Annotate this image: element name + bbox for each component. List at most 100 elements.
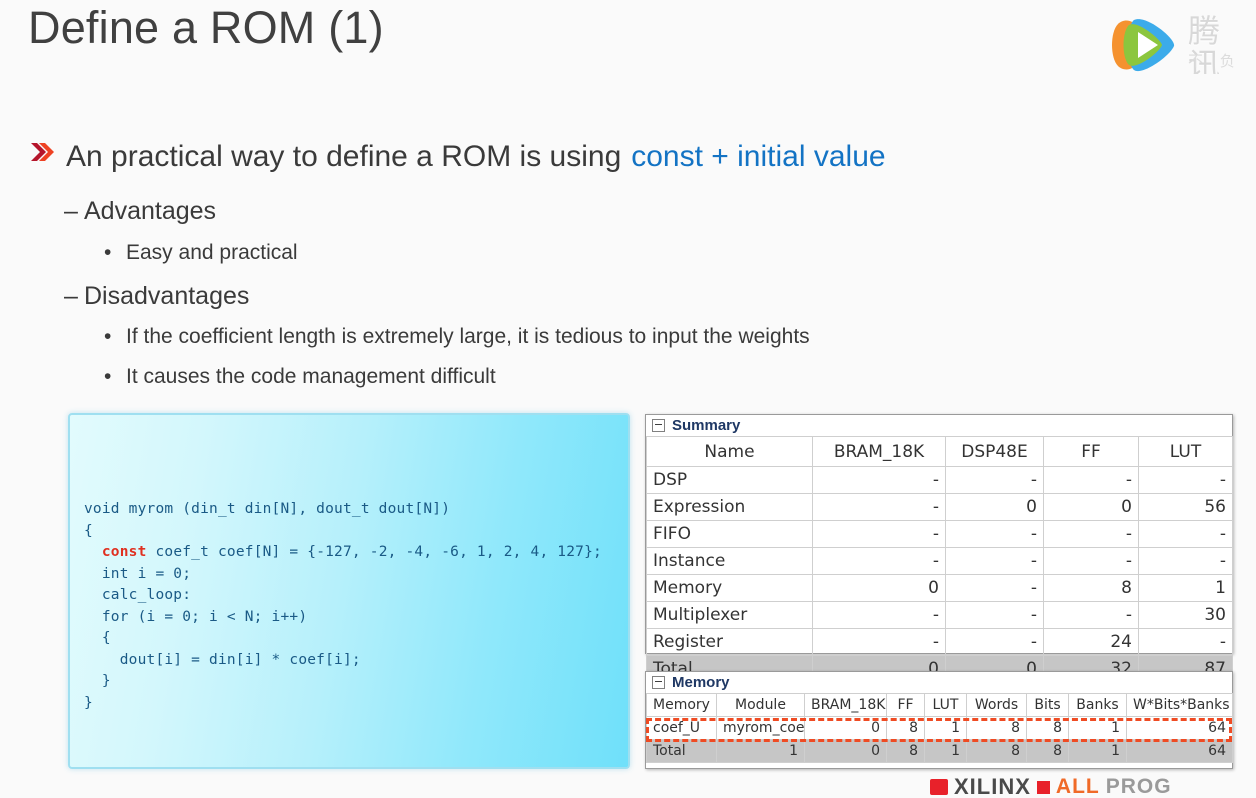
row-label: Expression [646, 493, 813, 521]
cell-lut: - [1138, 520, 1233, 548]
code-line-2: { [84, 522, 93, 539]
cell-lut: 56 [1138, 493, 1233, 521]
cell-bram18k: - [812, 628, 946, 656]
column-header-banks: Banks [1068, 693, 1127, 717]
cell-bram18k: 0 [804, 716, 887, 740]
cell-words: 8 [966, 716, 1027, 740]
collapse-minus-icon[interactable] [652, 676, 665, 689]
dash-marker: – [64, 282, 78, 310]
summary-table: Name BRAM_18K DSP48E FF LUT DSP - - - - Expr… [646, 436, 1233, 683]
cell-dsp48e: - [945, 574, 1044, 602]
cell-banks: 1 [1068, 739, 1127, 763]
table-row: Instance - - - - [646, 547, 1233, 575]
code-line-10: } [84, 694, 93, 711]
cell-bram18k: - [812, 601, 946, 629]
code-line-3: coef_t coef[N] = {-127, -2, -4, -6, 1, 2… [146, 544, 602, 560]
cell-bits: 8 [1026, 716, 1069, 740]
cell-dsp48e: - [945, 601, 1044, 629]
cell-dsp48e: - [945, 466, 1044, 494]
cell-words: 8 [966, 739, 1027, 763]
summary-report-panel: Summary Name BRAM_18K DSP48E FF LUT DSP -… [645, 414, 1233, 683]
play-triangle-icon [1112, 19, 1175, 72]
cell-bram18k: - [812, 466, 946, 494]
column-header-lut: LUT [924, 693, 967, 717]
xilinx-brand: XILINX [954, 776, 1031, 798]
main-bullet: An practical way to define a ROM is usin… [30, 140, 886, 174]
code-line-7: { [84, 630, 111, 646]
cell-ff: - [1043, 520, 1139, 548]
row-label: DSP [646, 466, 813, 494]
sub-bullet-label: Advantages [84, 197, 217, 225]
column-header-ff: FF [886, 693, 925, 717]
table-header-row: Memory Module BRAM_18K FF LUT Words Bits… [646, 693, 1233, 717]
cell-dsp48e: - [945, 520, 1044, 548]
cell-wbitsbanks: 64 [1126, 739, 1233, 763]
code-line-8: dout[i] = din[i] * coef[i]; [84, 651, 361, 668]
column-header-lut: LUT [1138, 436, 1233, 467]
table-header-row: Name BRAM_18K DSP48E FF LUT [646, 436, 1233, 467]
cell-lut: 1 [924, 739, 967, 763]
row-label: Register [646, 628, 813, 656]
table-row: Memory 0-8 1 [646, 574, 1233, 602]
xilinx-mark-icon [930, 779, 948, 795]
cell-lut: - [1138, 466, 1233, 494]
sub-bullet-label: Easy and practical [126, 241, 298, 264]
memory-table: Memory Module BRAM_18K FF LUT Words Bits… [646, 693, 1233, 763]
xilinx-tagline-prog: PROG [1105, 776, 1172, 798]
xilinx-tagline-all: ALL [1055, 776, 1100, 798]
cell-ff: 24 [1043, 628, 1139, 656]
cell-bram18k: 0 [804, 739, 887, 763]
cell-ff: - [1043, 601, 1139, 629]
watermark-tagline: 不 负 [1188, 52, 1241, 70]
collapse-minus-icon[interactable] [652, 419, 665, 432]
sub-bullet-tedious-weights: • If the coefficient length is extremely … [104, 325, 810, 349]
cell-lut: - [1138, 547, 1233, 575]
table-row: Register - -24- [646, 628, 1233, 656]
table-row: FIFO - - - - [646, 520, 1233, 548]
dash-marker: – [64, 197, 78, 225]
summary-panel-title: Summary [672, 417, 741, 434]
cell-dsp48e: - [945, 547, 1044, 575]
code-line-5: calc_loop: [84, 587, 192, 603]
code-listing: void myrom (din_t din[N], dout_t dout[N]… [84, 499, 602, 714]
xilinx-footer-logo: XILINX ALL PROG [930, 776, 1172, 798]
row-label: coef_U [646, 716, 717, 740]
cell-lut: 1 [1138, 574, 1233, 602]
double-chevron-right-icon [31, 143, 54, 161]
memory-panel-title: Memory [672, 674, 730, 691]
sub-bullet-label: It causes the code management difficult [126, 365, 496, 388]
cell-bram18k: - [812, 493, 946, 521]
sub-bullet-advantages: – Advantages [64, 197, 216, 226]
table-row: Expression -0 0 56 [646, 493, 1233, 521]
cell-dsp48e: - [945, 628, 1044, 656]
table-total-row: Total 1 0 8 1 8 8 1 64 [646, 739, 1233, 763]
main-bullet-accent: const + initial value [631, 140, 886, 173]
cell-ff: 8 [886, 739, 925, 763]
row-label: Memory [646, 574, 813, 602]
column-header-module: Module [716, 693, 805, 717]
dot-marker: • [104, 325, 112, 348]
memory-panel-header[interactable]: Memory [646, 672, 1232, 693]
column-header-bram18k: BRAM_18K [812, 436, 946, 467]
main-bullet-text: An practical way to define a ROM is usin… [66, 140, 622, 173]
column-header-dsp48e: DSP48E [945, 436, 1044, 467]
cell-module: myrom_coef [716, 716, 805, 740]
row-label: Total [646, 739, 717, 763]
cell-bram18k: - [812, 547, 946, 575]
cell-bram18k: 0 [812, 574, 946, 602]
cell-ff: 8 [886, 716, 925, 740]
cell-banks: 1 [1068, 716, 1127, 740]
cell-bits: 8 [1026, 739, 1069, 763]
column-header-bits: Bits [1026, 693, 1069, 717]
cell-ff: 8 [1043, 574, 1139, 602]
sub-bullet-easy-practical: • Easy and practical [104, 241, 298, 265]
summary-panel-header[interactable]: Summary [646, 415, 1232, 436]
column-header-words: Words [966, 693, 1027, 717]
cell-lut: 1 [924, 716, 967, 740]
page-title: Define a ROM (1) [28, 2, 384, 53]
table-row: DSP - - - - [646, 466, 1233, 494]
cell-ff: - [1043, 547, 1139, 575]
cell-lut: - [1138, 628, 1233, 656]
memory-report-panel: Memory Memory Module BRAM_18K FF LUT Wor… [645, 671, 1233, 769]
code-keyword-const: const [101, 544, 147, 560]
